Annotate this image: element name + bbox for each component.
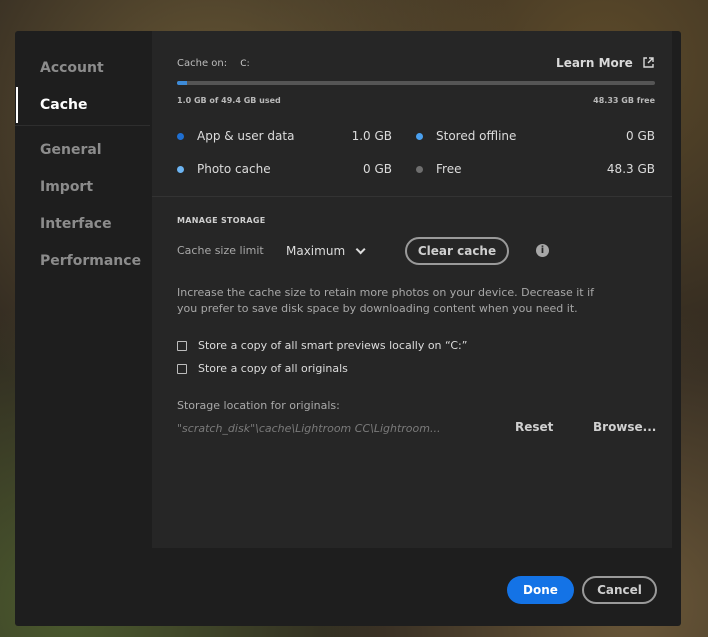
chevron-down-icon bbox=[355, 244, 366, 255]
clear-cache-button[interactable]: Clear cache bbox=[405, 237, 509, 265]
storage-location-path: "scratch_disk"\cache\Lightroom CC\Lightr… bbox=[177, 422, 441, 435]
cache-description: Increase the cache size to retain more p… bbox=[177, 286, 595, 315]
cache-on-row: Cache on: C: bbox=[177, 58, 250, 69]
smart-previews-checkbox[interactable]: Store a copy of all smart previews local… bbox=[177, 339, 477, 353]
checkbox-box[interactable] bbox=[177, 364, 187, 374]
preferences-sidebar: Account Cache General Import Interface P… bbox=[15, 31, 150, 626]
checkbox-box[interactable] bbox=[177, 341, 187, 351]
cache-size-limit-select[interactable]: Maximum bbox=[286, 244, 366, 258]
learn-more-link[interactable]: Learn More bbox=[556, 56, 654, 70]
checkbox-label: Store a copy of all smart previews local… bbox=[198, 339, 468, 352]
section-divider bbox=[152, 196, 672, 197]
stat-value: 0 GB bbox=[626, 129, 655, 143]
info-icon[interactable]: i bbox=[536, 244, 549, 257]
cache-size-limit-value: Maximum bbox=[286, 244, 346, 258]
cache-on-label: Cache on: bbox=[177, 58, 228, 69]
originals-checkbox[interactable]: Store a copy of all originals bbox=[177, 362, 377, 376]
checkbox-label: Store a copy of all originals bbox=[198, 362, 348, 375]
photo-cache-dot bbox=[177, 166, 184, 173]
sidebar-item-account[interactable]: Account bbox=[15, 50, 150, 86]
stored-offline-dot bbox=[416, 133, 423, 140]
free-dot bbox=[416, 166, 423, 173]
sidebar-divider bbox=[15, 125, 150, 126]
cache-drive: C: bbox=[240, 59, 250, 69]
stat-stored-offline: Stored offline 0 GB bbox=[416, 128, 655, 144]
storage-usage-bar bbox=[177, 81, 655, 85]
sidebar-item-cache[interactable]: Cache bbox=[15, 87, 150, 123]
sidebar-item-import[interactable]: Import bbox=[15, 169, 150, 205]
cache-panel: Cache on: C: Learn More 1.0 GB of 49.4 G… bbox=[152, 31, 672, 548]
learn-more-label: Learn More bbox=[556, 56, 633, 70]
sidebar-item-interface[interactable]: Interface bbox=[15, 206, 150, 242]
sidebar-item-performance[interactable]: Performance bbox=[15, 243, 150, 279]
stat-photo-cache: Photo cache 0 GB bbox=[177, 161, 392, 177]
stat-value: 48.3 GB bbox=[606, 162, 655, 176]
sidebar-item-general[interactable]: General bbox=[15, 132, 150, 168]
stat-value: 0 GB bbox=[363, 162, 392, 176]
done-button[interactable]: Done bbox=[507, 576, 574, 604]
stat-app-user-data: App & user data 1.0 GB bbox=[177, 128, 392, 144]
external-link-icon bbox=[643, 56, 654, 70]
browse-button[interactable]: Browse... bbox=[593, 420, 656, 434]
storage-location-label: Storage location for originals: bbox=[177, 399, 340, 412]
storage-usage-fill bbox=[177, 81, 187, 85]
cache-size-limit-label: Cache size limit bbox=[177, 244, 264, 257]
stat-label: App & user data bbox=[197, 129, 295, 143]
stat-label: Photo cache bbox=[197, 162, 271, 176]
manage-storage-heading: MANAGE STORAGE bbox=[177, 216, 266, 225]
cancel-button[interactable]: Cancel bbox=[582, 576, 657, 604]
stat-label: Stored offline bbox=[436, 129, 517, 143]
preferences-dialog: Account Cache General Import Interface P… bbox=[15, 31, 681, 626]
storage-used-text: 1.0 GB of 49.4 GB used bbox=[177, 96, 281, 105]
stat-free: Free 48.3 GB bbox=[416, 161, 655, 177]
app-user-data-dot bbox=[177, 133, 184, 140]
stat-value: 1.0 GB bbox=[351, 129, 392, 143]
reset-button[interactable]: Reset bbox=[515, 420, 553, 434]
stat-label: Free bbox=[436, 162, 462, 176]
storage-free-text: 48.33 GB free bbox=[593, 96, 655, 105]
